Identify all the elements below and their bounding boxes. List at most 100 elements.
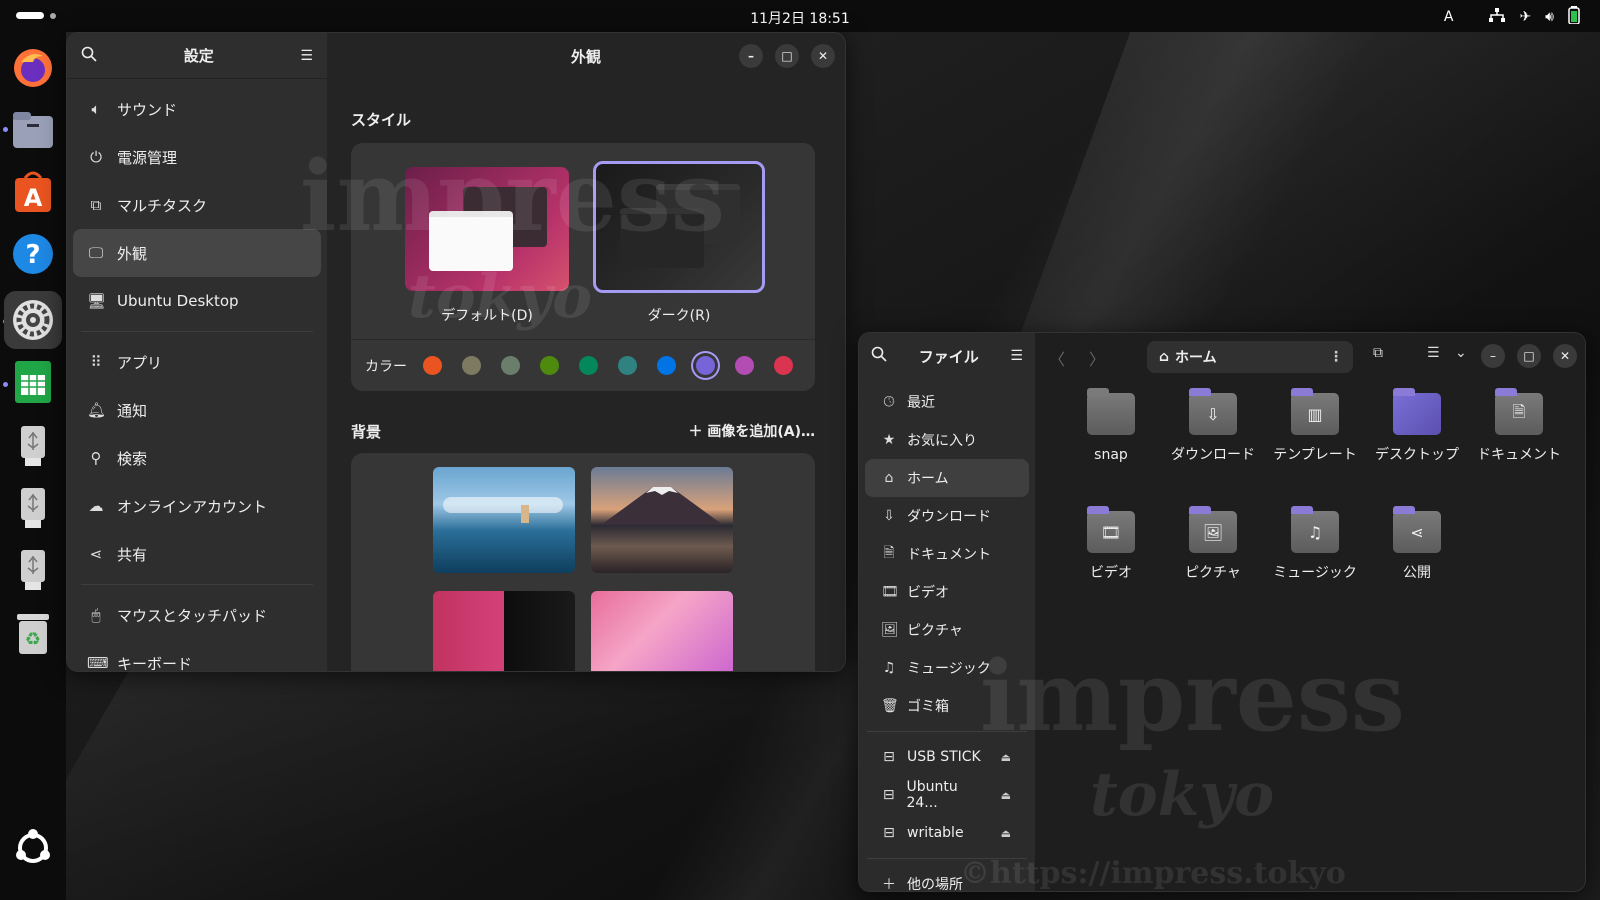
home-icon: ⌂ — [1159, 349, 1170, 365]
chevron-down-icon[interactable]: ⌄ — [1455, 345, 1467, 361]
place-pictures[interactable]: 🖼︎ ピクチャ — [865, 611, 1029, 649]
sidebar-item-mouse-touchpad[interactable]: 🖱︎ マウスとタッチパッド — [73, 591, 321, 639]
place-videos[interactable]: 🎞︎ ビデオ — [865, 573, 1029, 611]
usb-drive-icon[interactable] — [9, 546, 57, 594]
maximize-button[interactable]: □ — [775, 44, 799, 68]
place-trash[interactable]: 🗑︎ ゴミ箱 — [865, 687, 1029, 725]
trash-icon[interactable]: ♻ — [9, 610, 57, 658]
sidebar-item-label: 電源管理 — [117, 148, 178, 167]
accent-swatch-red[interactable] — [774, 356, 793, 375]
accent-swatch-viridian[interactable] — [579, 356, 598, 375]
accent-swatch-sage[interactable] — [501, 356, 520, 375]
eject-icon[interactable]: ⏏ — [1001, 789, 1011, 802]
place-label: ビデオ — [907, 585, 949, 601]
sidebar-item-sound[interactable]: 🔈︎ サウンド — [73, 85, 321, 133]
other-locations[interactable]: ＋ 他の場所 — [865, 865, 1029, 891]
camera-icon[interactable]: ⧉ — [1373, 345, 1383, 361]
device-writable[interactable]: ⊟ writable ⏏ — [865, 814, 1029, 852]
usb-drive-icon[interactable] — [9, 422, 57, 470]
firefox-icon[interactable] — [9, 44, 57, 92]
activities-indicator[interactable] — [16, 12, 56, 19]
path-bar[interactable]: ⌂ ホーム ⋮ — [1147, 341, 1353, 373]
wallpaper-thumbnail[interactable] — [433, 467, 575, 573]
sidebar-item-power[interactable]: ⏻ 電源管理 — [73, 133, 321, 181]
search-icon[interactable] — [871, 346, 887, 366]
list-view-icon[interactable]: ☰ — [1427, 345, 1440, 361]
sidebar-item-online-accounts[interactable]: ☁ オンラインアカウント — [73, 482, 321, 530]
settings-icon[interactable] — [4, 291, 62, 349]
sidebar-item-multitask[interactable]: ⧉ マルチタスク — [73, 181, 321, 229]
eject-icon[interactable]: ⏏ — [1001, 751, 1011, 764]
back-icon[interactable]: 〈 — [1049, 346, 1065, 370]
folder-item[interactable]: 🖼︎ ピクチャ — [1163, 506, 1263, 583]
sidebar-item-notifications[interactable]: 🔔︎ 通知 — [73, 386, 321, 434]
folder-item[interactable]: ▥ テンプレート — [1265, 388, 1365, 465]
place-music[interactable]: ♫ ミュージック — [865, 649, 1029, 687]
accent-swatch-blue[interactable] — [657, 356, 676, 375]
accent-swatch-olive[interactable] — [540, 356, 559, 375]
place-recent[interactable]: 🕓︎ 最近 — [865, 383, 1029, 421]
place-downloads[interactable]: ⇩ ダウンロード — [865, 497, 1029, 535]
maximize-button[interactable]: □ — [1517, 344, 1541, 368]
search-icon[interactable] — [81, 46, 97, 66]
wallpaper-thumbnail[interactable] — [591, 591, 733, 671]
more-options-icon[interactable]: ⋮ — [1329, 349, 1343, 365]
folder-item[interactable]: ♫ ミュージック — [1265, 506, 1365, 583]
calc-icon[interactable] — [9, 358, 57, 406]
forward-icon[interactable]: 〉 — [1089, 346, 1105, 370]
sidebar-item-sharing[interactable]: ⋖ 共有 — [73, 530, 321, 578]
system-tray[interactable]: A ✈ 🔊︎ — [1444, 6, 1580, 28]
place-label: ホーム — [907, 471, 949, 487]
accent-color-label: カラー — [365, 358, 407, 375]
folder-item[interactable]: 🎞︎ ビデオ — [1061, 506, 1161, 583]
place-documents[interactable]: 🗎 ドキュメント — [865, 535, 1029, 573]
files-icon[interactable] — [9, 106, 57, 154]
place-home[interactable]: ⌂ ホーム — [865, 459, 1029, 497]
place-starred[interactable]: ★ お気に入り — [865, 421, 1029, 459]
device-usb-stick[interactable]: ⊟ USB STICK ⏏ — [865, 738, 1029, 776]
video-icon: 🎞︎ — [881, 584, 899, 600]
device-ubuntu[interactable]: ⊟ Ubuntu 24... ⏏ — [865, 776, 1029, 814]
add-image-button[interactable]: ＋ 画像を追加(A)… — [688, 421, 815, 441]
input-method-indicator[interactable]: A — [1444, 9, 1454, 25]
accent-swatch-bark[interactable] — [462, 356, 481, 375]
eject-icon[interactable]: ⏏ — [1001, 827, 1011, 840]
clock[interactable]: 11月2日 18:51 — [0, 8, 1600, 28]
minimize-button[interactable]: – — [739, 44, 763, 68]
sidebar-item-keyboard[interactable]: ⌨ キーボード — [73, 639, 321, 671]
sidebar-item-label: マウスとタッチパッド — [117, 606, 268, 625]
wallpaper-thumbnail[interactable] — [433, 591, 575, 671]
download-folder-icon: ⇩ — [1189, 388, 1237, 435]
folder-item[interactable]: 🗎 ドキュメント — [1469, 388, 1569, 465]
folder-item[interactable]: ⇩ ダウンロード — [1163, 388, 1263, 465]
sidebar-item-apps[interactable]: ⠿ アプリ — [73, 338, 321, 386]
accent-swatch-purple[interactable] — [696, 356, 715, 375]
sidebar-item-search[interactable]: ⚲ 検索 — [73, 434, 321, 482]
accent-swatch-prussian[interactable] — [618, 356, 637, 375]
sidebar-item-appearance[interactable]: 🖵︎ 外観 — [73, 229, 321, 277]
close-button[interactable]: ✕ — [811, 44, 835, 68]
folder-item[interactable]: ⋖ 公開 — [1367, 506, 1467, 583]
sidebar-item-label: 外観 — [117, 244, 148, 263]
wallpaper-thumbnail[interactable] — [591, 467, 733, 573]
accent-swatch-magenta[interactable] — [735, 356, 754, 375]
settings-sidebar: 設定 ☰ 🔈︎ サウンド ⏻ 電源管理 ⧉ マルチタスク 🖵︎ 外観 🖥︎ Ubuntu … — [67, 33, 327, 671]
help-icon[interactable]: ? — [9, 230, 57, 278]
folder-item[interactable]: snap — [1061, 388, 1161, 465]
style-default-option[interactable] — [405, 167, 569, 291]
minimize-button[interactable]: – — [1481, 344, 1505, 368]
hamburger-menu-icon[interactable]: ☰ — [300, 48, 313, 64]
folder-item[interactable]: デスクトップ — [1367, 388, 1467, 465]
show-apps-icon[interactable] — [9, 824, 57, 872]
style-dark-option[interactable] — [593, 161, 765, 293]
app-center-icon[interactable]: A — [9, 168, 57, 216]
device-label: Ubuntu 24... — [906, 779, 958, 811]
usb-drive-icon[interactable] — [9, 484, 57, 532]
hamburger-menu-icon[interactable]: ☰ — [1010, 348, 1023, 364]
close-button[interactable]: ✕ — [1553, 344, 1577, 368]
folder-name: ミュージック — [1273, 565, 1357, 581]
folder-name: テンプレート — [1273, 447, 1357, 463]
download-icon: ⇩ — [883, 508, 895, 524]
sidebar-item-ubuntu-desktop[interactable]: 🖥︎ Ubuntu Desktop — [73, 277, 321, 325]
accent-swatch-orange[interactable] — [423, 356, 442, 375]
